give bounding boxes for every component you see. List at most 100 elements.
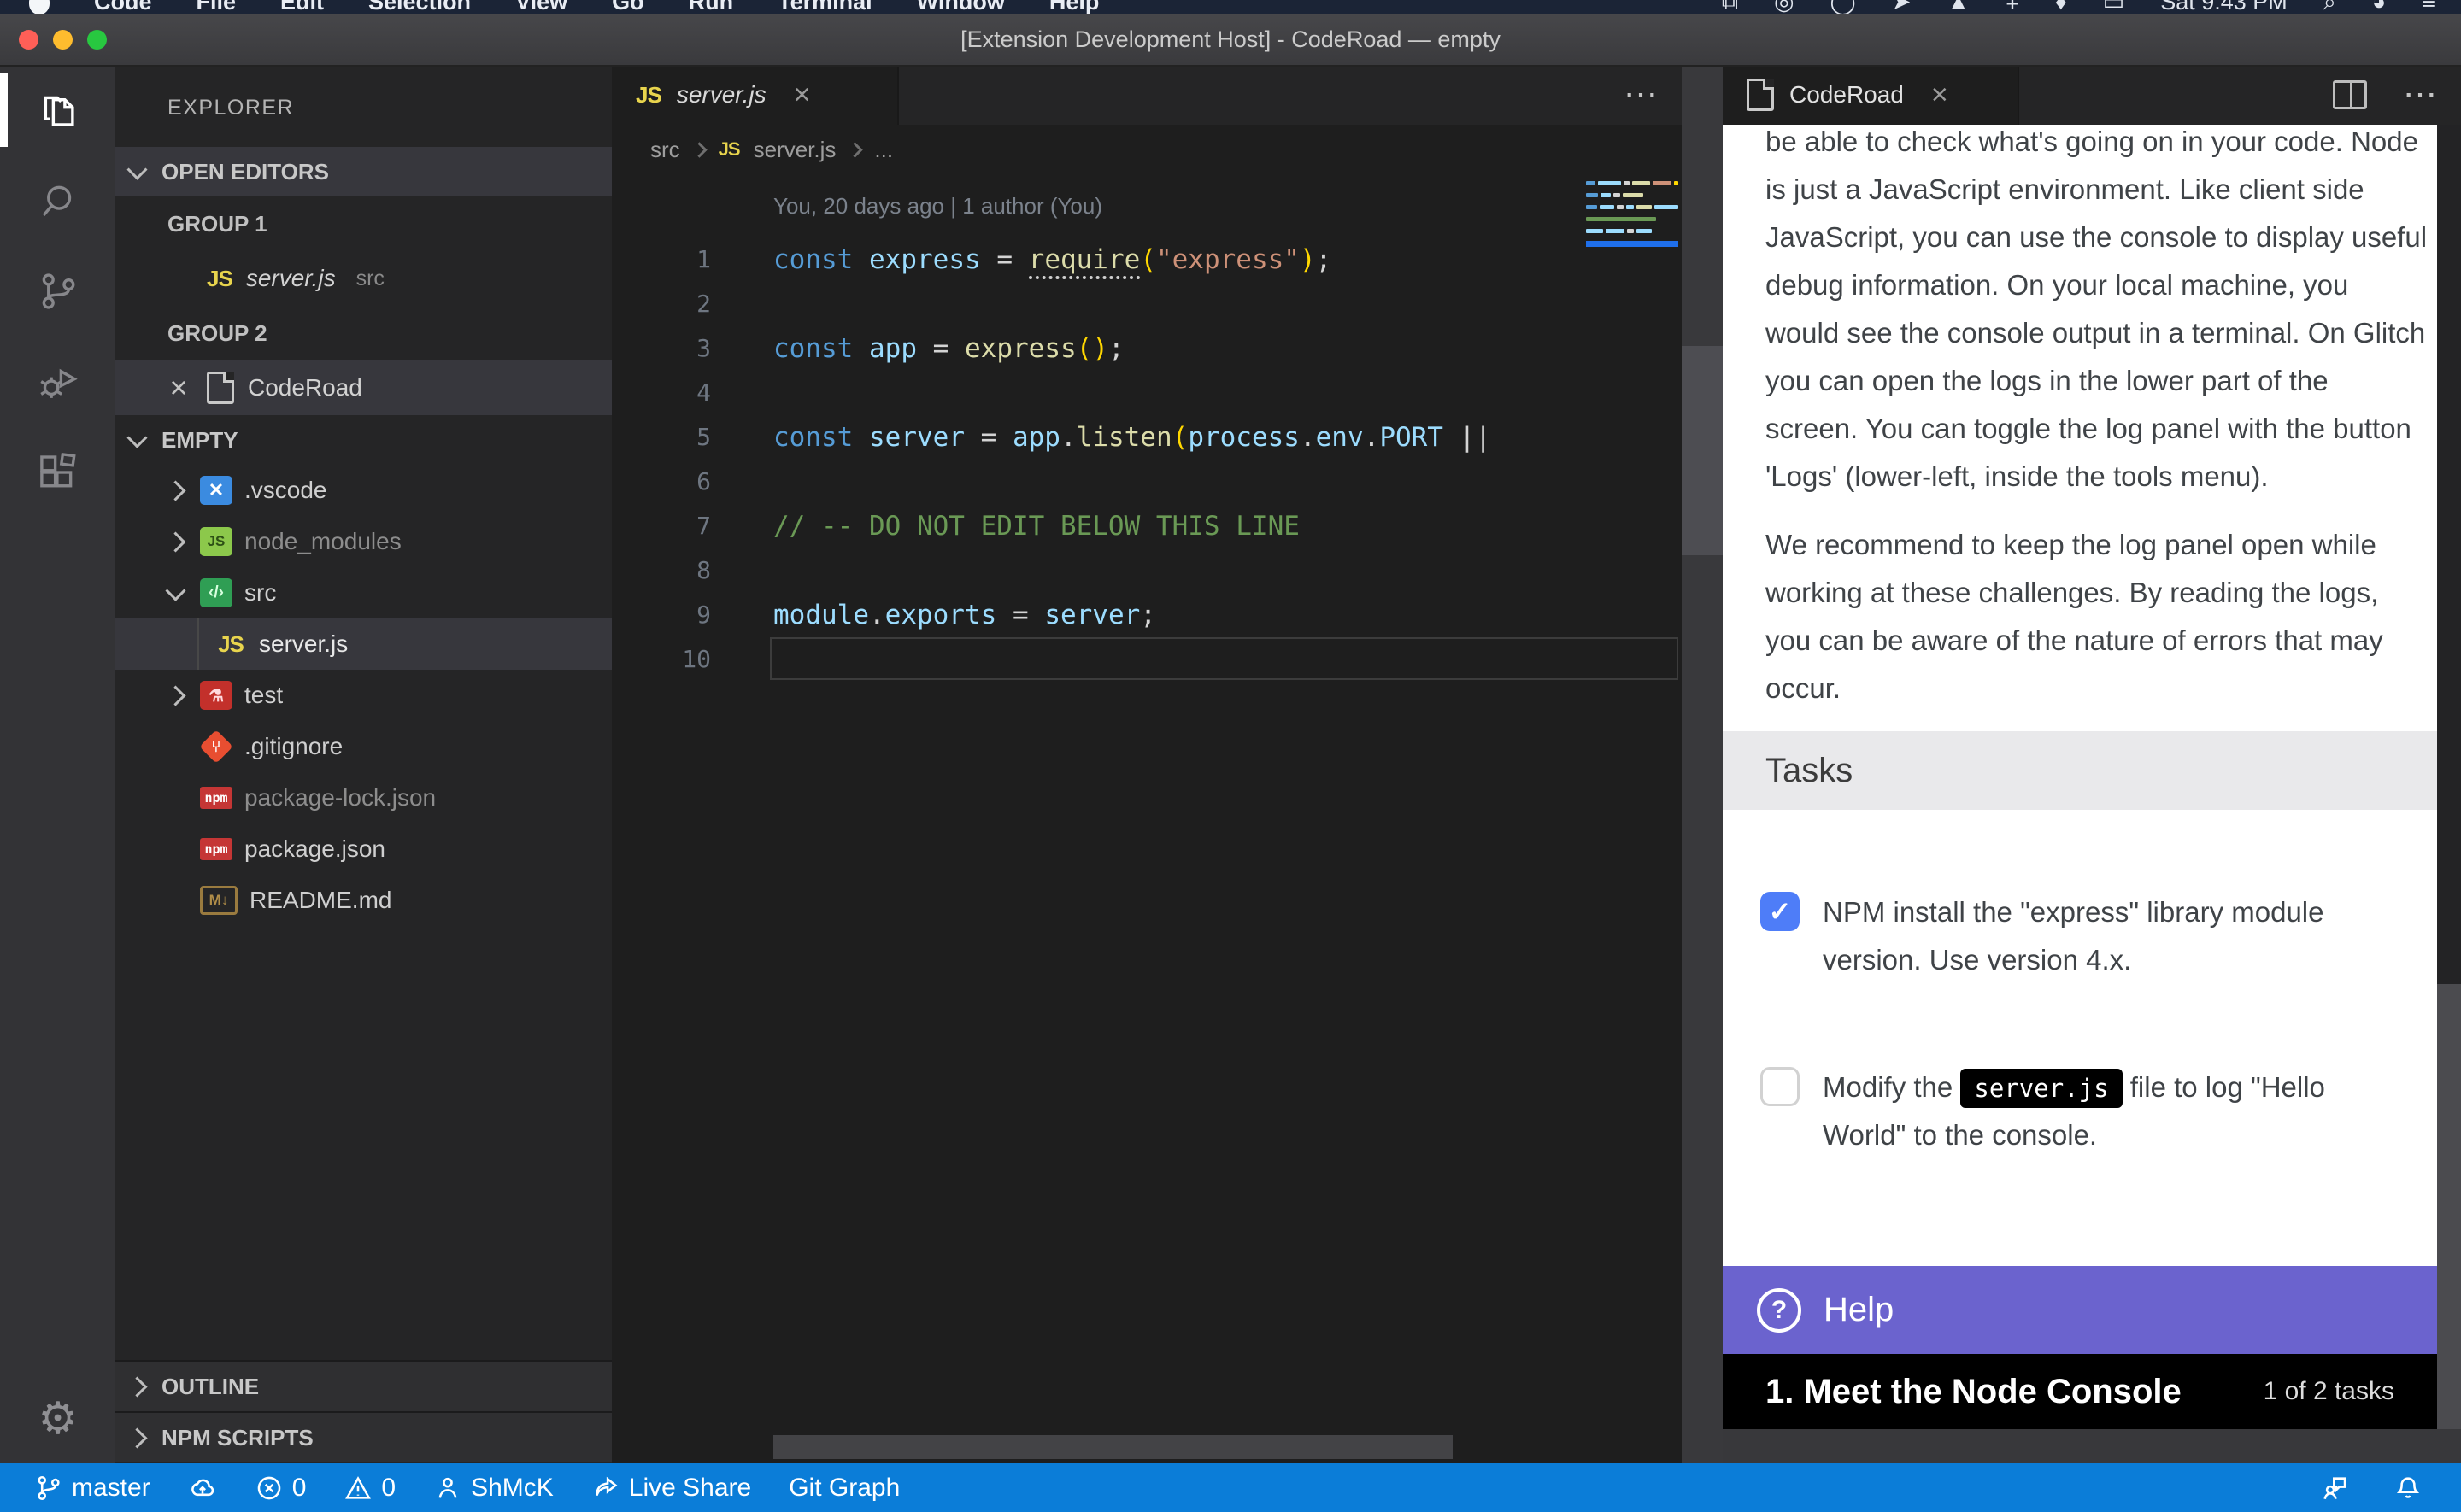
tree-item-server.js[interactable]: JSserver.js bbox=[115, 618, 612, 670]
status-item-0[interactable]: 0 bbox=[344, 1474, 396, 1503]
status-item-bell-icon[interactable] bbox=[2393, 1474, 2423, 1503]
code-line-3[interactable]: 3const app = express(); bbox=[612, 326, 1682, 371]
open-editor-item-server.js[interactable]: JSserver.jssrc bbox=[115, 251, 612, 306]
menu-edit[interactable]: Edit bbox=[280, 0, 324, 14]
npm-scripts-section[interactable]: NPM SCRIPTS bbox=[115, 1411, 612, 1462]
code-line-10[interactable]: 10 bbox=[612, 637, 1682, 682]
open-editors-list: GROUP 1JSserver.jssrcGROUP 2×CodeRoad bbox=[115, 196, 612, 415]
status-item-git-graph[interactable]: Git Graph bbox=[789, 1474, 900, 1503]
breadcrumb-src[interactable]: src bbox=[650, 137, 680, 163]
activity-explorer-icon[interactable] bbox=[0, 65, 115, 155]
activity-extensions-icon[interactable] bbox=[0, 427, 115, 518]
menu-help[interactable]: Help bbox=[1049, 0, 1100, 14]
breadcrumb[interactable]: src JS server.js ... bbox=[612, 125, 1682, 174]
editor-sash[interactable] bbox=[1682, 65, 1723, 1463]
code-line-5[interactable]: 5const server = app.listen(process.env.P… bbox=[612, 415, 1682, 460]
breadcrumb-symbol[interactable]: ... bbox=[874, 137, 893, 163]
minimap[interactable] bbox=[1586, 181, 1678, 247]
status-item-live-share[interactable]: Live Share bbox=[591, 1474, 751, 1503]
more-actions-icon[interactable]: ⋯ bbox=[2403, 75, 2437, 114]
tree-item-label: node_modules bbox=[244, 528, 402, 555]
code-line-8[interactable]: 8 bbox=[612, 548, 1682, 593]
menubar-status-icon[interactable]: ◕ bbox=[2372, 0, 2386, 14]
tree-item-package.json[interactable]: npmpackage.json bbox=[115, 823, 612, 875]
tree-item-node_modules[interactable]: JS node_modules bbox=[115, 516, 612, 567]
status-item-feedback-icon[interactable] bbox=[2320, 1474, 2349, 1503]
tree-item-.gitignore[interactable]: ⑂.gitignore bbox=[115, 721, 612, 772]
js-file-icon: JS bbox=[636, 82, 661, 108]
tree-item-test[interactable]: ⚗test bbox=[115, 670, 612, 721]
minimap-segment bbox=[1674, 181, 1678, 185]
status-item-sync-cloud-icon[interactable] bbox=[188, 1474, 217, 1503]
menu-go[interactable]: Go bbox=[612, 0, 644, 14]
tree-item-readme.md[interactable]: M↓README.md bbox=[115, 875, 612, 926]
breadcrumb-file[interactable]: server.js bbox=[754, 137, 837, 163]
status-item-master[interactable]: master bbox=[34, 1474, 150, 1503]
code-line-9[interactable]: 9module.exports = server; bbox=[612, 593, 1682, 637]
tree-item-package-lock.json[interactable]: npmpackage-lock.json bbox=[115, 772, 612, 823]
menubar-status-icon[interactable]: ≡ bbox=[2422, 0, 2435, 14]
title-bar[interactable]: [Extension Development Host] - CodeRoad … bbox=[0, 14, 2461, 67]
menubar-status-icon[interactable]: ◯ bbox=[1830, 0, 1856, 14]
token: || bbox=[1443, 422, 1491, 453]
menu-code[interactable]: Code bbox=[94, 0, 152, 14]
open-editor-item-coderoad[interactable]: ×CodeRoad bbox=[115, 360, 612, 415]
more-actions-icon[interactable]: ⋯ bbox=[1624, 75, 1658, 114]
webview-scrollbar-handle[interactable] bbox=[2437, 984, 2461, 1463]
line-number: 2 bbox=[612, 282, 711, 326]
gear-icon[interactable]: ⚙ bbox=[0, 1393, 115, 1445]
tab-server-js[interactable]: JS server.js × bbox=[612, 65, 899, 125]
activity-run-debug-icon[interactable] bbox=[0, 337, 115, 427]
menubar-status-icon[interactable]: ◎ bbox=[1774, 0, 1794, 14]
bell-icon bbox=[2393, 1474, 2423, 1503]
scrollbar-handle[interactable] bbox=[1682, 346, 1723, 555]
menu-window[interactable]: Window bbox=[917, 0, 1005, 14]
close-icon[interactable]: × bbox=[164, 370, 193, 406]
horizontal-scrollbar[interactable] bbox=[773, 1435, 1453, 1459]
menubar-status-icon[interactable]: ▭ bbox=[2103, 0, 2125, 14]
workspace-header[interactable]: EMPTY bbox=[115, 415, 612, 465]
apple-icon[interactable] bbox=[29, 0, 50, 14]
tree-item-.vscode[interactable]: ✕.vscode bbox=[115, 465, 612, 516]
menu-file[interactable]: File bbox=[197, 0, 237, 14]
activity-bar: ⚙ bbox=[0, 65, 115, 1463]
menu-view[interactable]: View bbox=[515, 0, 567, 14]
tree-item-src[interactable]: ‹/›src bbox=[115, 567, 612, 618]
open-editors-header[interactable]: OPEN EDITORS bbox=[115, 147, 612, 196]
menubar-status-icon[interactable]: ▲ bbox=[1947, 0, 1970, 14]
menubar-status-icon[interactable]: ⧉ bbox=[1722, 0, 1738, 14]
token: . bbox=[1060, 422, 1077, 453]
code-text: module.exports = server; bbox=[773, 593, 1156, 637]
code-editor[interactable]: You, 20 days ago | 1 author (You) 1const… bbox=[612, 174, 1682, 1463]
code-line-4[interactable]: 4 bbox=[612, 371, 1682, 415]
checkbox-unchecked-icon[interactable] bbox=[1760, 1067, 1800, 1106]
menubar-clock[interactable]: Sat 9:43 PM bbox=[2160, 0, 2288, 14]
token: = bbox=[981, 244, 1029, 275]
menu-run[interactable]: Run bbox=[689, 0, 733, 14]
menu-terminal[interactable]: Terminal bbox=[778, 0, 872, 14]
menubar-status-icon[interactable]: ⌕ bbox=[2323, 0, 2336, 14]
code-line-6[interactable]: 6 bbox=[612, 460, 1682, 504]
menu-selection[interactable]: Selection bbox=[368, 0, 471, 14]
close-icon[interactable]: × bbox=[794, 79, 811, 112]
code-line-7[interactable]: 7// -- DO NOT EDIT BELOW THIS LINE bbox=[612, 504, 1682, 548]
node_modules-file-icon: JS bbox=[200, 527, 232, 556]
help-bar[interactable]: ? Help bbox=[1723, 1266, 2437, 1354]
status-item-shmck[interactable]: ShMcK bbox=[433, 1474, 554, 1503]
menubar-status-icon[interactable]: ➤ bbox=[1892, 0, 1912, 14]
status-item-0[interactable]: 0 bbox=[255, 1474, 307, 1503]
token bbox=[853, 244, 869, 275]
code-line-1[interactable]: 1const express = require("express"); bbox=[612, 237, 1682, 282]
tab-coderoad[interactable]: CodeRoad × bbox=[1723, 65, 2019, 125]
checkbox-checked-icon[interactable]: ✓ bbox=[1760, 892, 1800, 931]
code-line-2[interactable]: 2 bbox=[612, 282, 1682, 326]
close-icon[interactable]: × bbox=[1931, 79, 1948, 112]
split-editor-icon[interactable] bbox=[2333, 80, 2367, 109]
menubar-status-icon[interactable]: ♦ bbox=[2055, 0, 2067, 14]
activity-search-icon[interactable] bbox=[0, 155, 115, 246]
lesson-bar[interactable]: 1. Meet the Node Console 1 of 2 tasks bbox=[1723, 1354, 2437, 1429]
outline-section[interactable]: OUTLINE bbox=[115, 1360, 612, 1411]
activity-source-control-icon[interactable] bbox=[0, 246, 115, 337]
webview-scrollbar[interactable] bbox=[2437, 125, 2461, 984]
menubar-status-icon[interactable]: ǂ bbox=[2006, 0, 2019, 14]
